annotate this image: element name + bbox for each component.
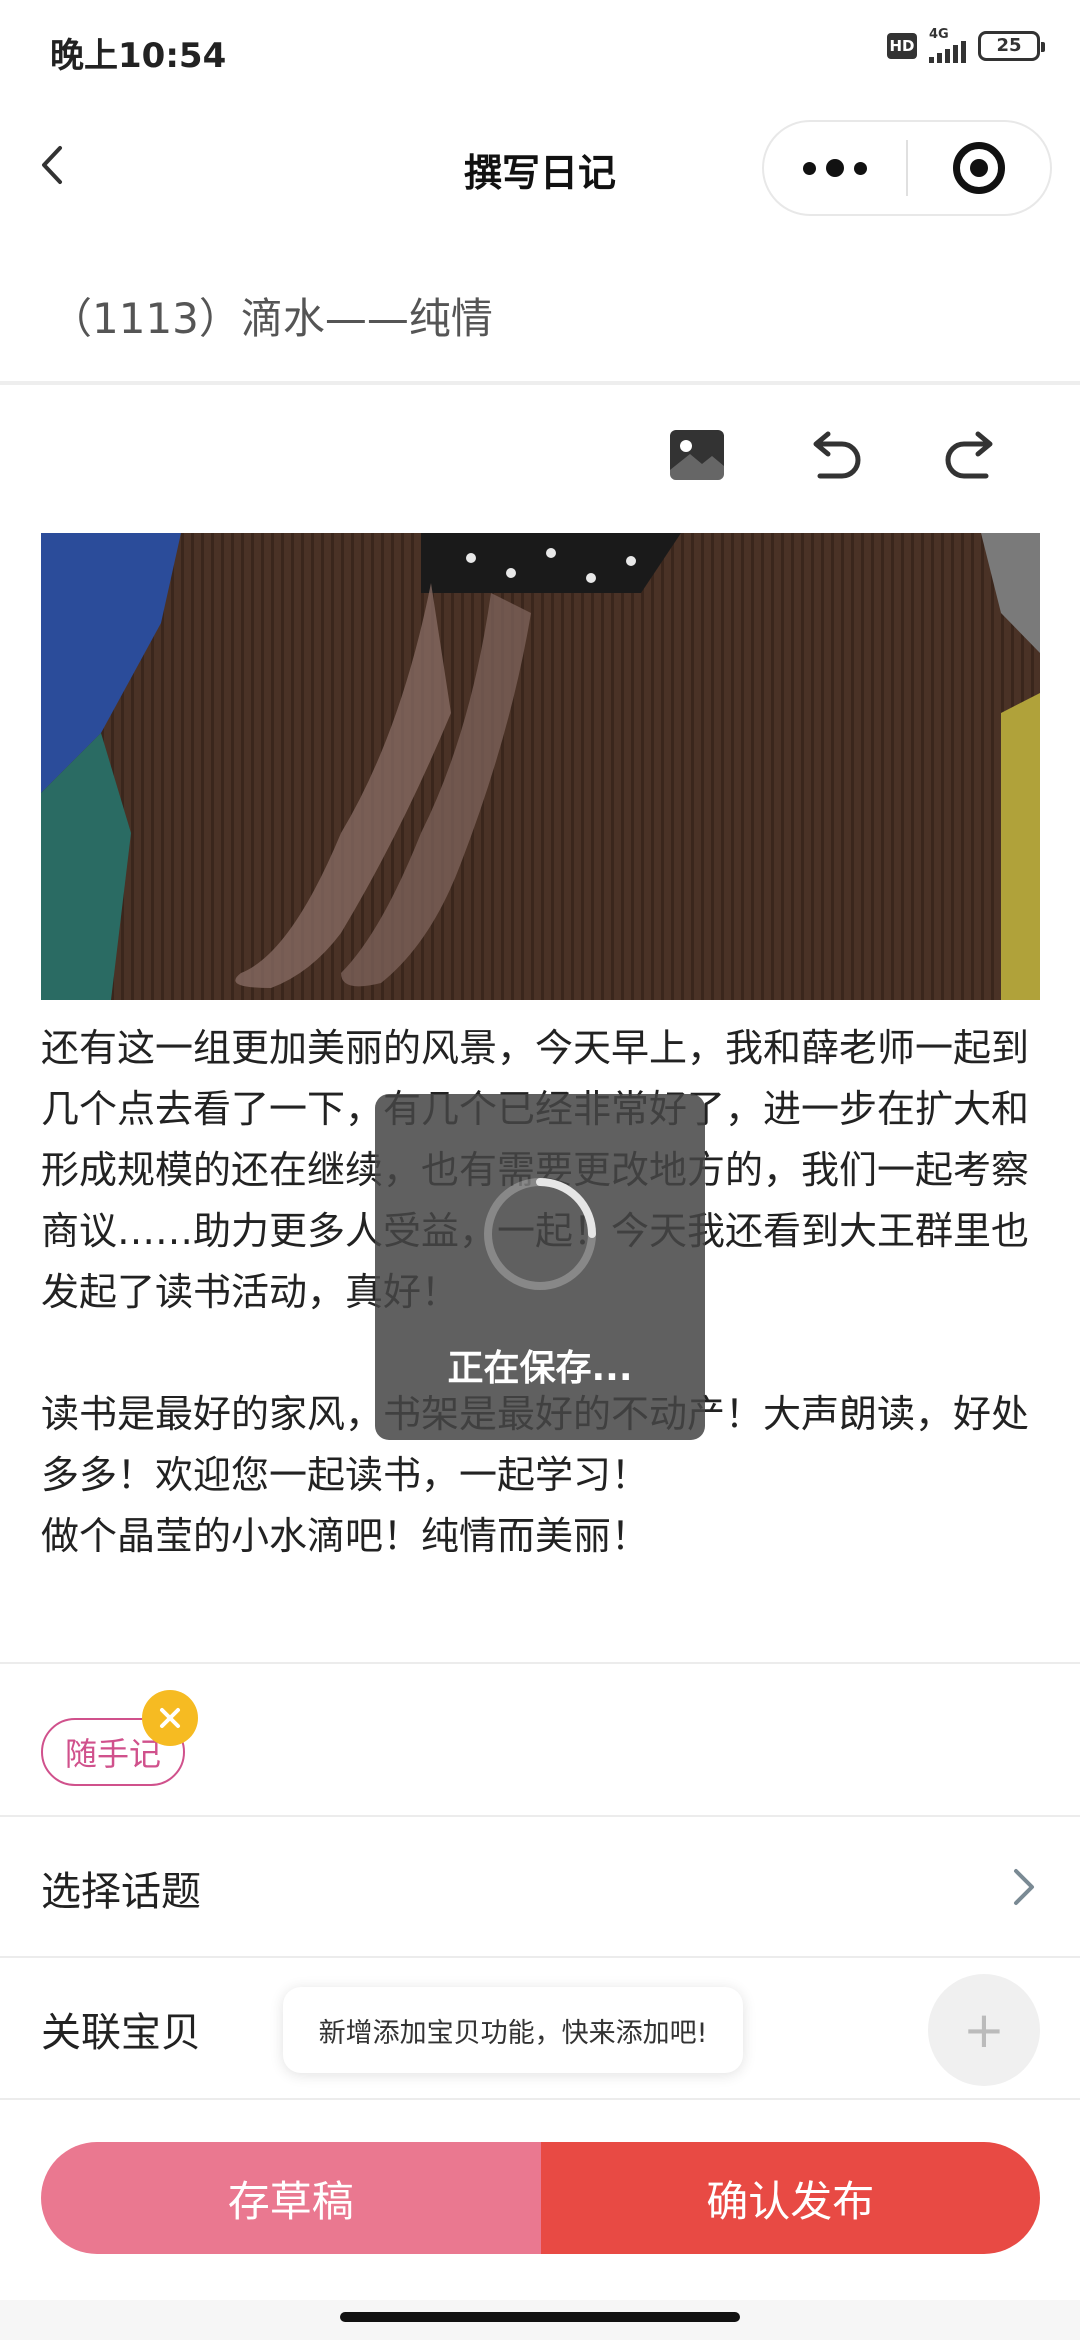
diary-photo[interactable] xyxy=(41,533,1040,1000)
home-indicator[interactable] xyxy=(340,2312,740,2322)
battery-level: 25 xyxy=(996,35,1022,56)
status-time: 晚上10:54 xyxy=(50,36,227,76)
status-icons: HD 4G 25 xyxy=(887,28,1045,63)
editor-toolbar xyxy=(0,420,1080,500)
diary-title-input[interactable]: （1113）滴水——纯情 xyxy=(50,285,493,346)
mini-program-capsule xyxy=(762,120,1052,216)
hd-icon: HD xyxy=(887,32,917,59)
close-icon xyxy=(160,1708,180,1728)
title-field-row: （1113）滴水——纯情 xyxy=(0,235,1080,385)
redo-icon[interactable] xyxy=(938,420,1008,490)
chevron-right-icon xyxy=(1014,1869,1034,1905)
saving-text: 正在保存... xyxy=(447,1348,633,1389)
remove-tag-icon[interactable] xyxy=(142,1690,198,1746)
more-options-button[interactable] xyxy=(764,122,906,214)
action-bar: 存草稿 确认发布 xyxy=(41,2142,1040,2254)
nav-bar: 撰写日记 xyxy=(0,100,1080,235)
undo-icon[interactable] xyxy=(798,420,868,490)
target-icon xyxy=(953,142,1005,194)
add-baby-hint: 新增添加宝贝功能，快来添加吧! xyxy=(283,1987,743,2073)
paragraph: 做个晶莹的小水滴吧！纯情而美丽！ xyxy=(41,1514,650,1558)
save-draft-button[interactable]: 存草稿 xyxy=(41,2142,541,2254)
tag-label: 随手记 xyxy=(65,1735,162,1773)
divider xyxy=(0,1662,1080,1664)
status-bar: 晚上10:54 HD 4G 25 xyxy=(0,0,1080,100)
insert-image-icon[interactable] xyxy=(662,420,732,490)
battery-icon: 25 xyxy=(978,30,1045,61)
network-type: 4G xyxy=(929,27,949,42)
loading-spinner-icon xyxy=(484,1178,596,1290)
select-topic-label: 选择话题 xyxy=(41,1869,201,1915)
divider xyxy=(0,2098,1080,2100)
photo-image xyxy=(41,533,1040,1000)
link-baby-label: 关联宝贝 xyxy=(41,2010,201,2056)
publish-button[interactable]: 确认发布 xyxy=(540,2142,1040,2254)
select-topic-row[interactable]: 选择话题 xyxy=(0,1817,1080,1957)
saving-toast: 正在保存... xyxy=(375,1094,705,1440)
signal-icon: 4G xyxy=(929,28,966,63)
plus-icon: + xyxy=(963,2001,1005,2059)
add-baby-button[interactable]: + xyxy=(928,1974,1040,2086)
close-mini-program-button[interactable] xyxy=(908,122,1050,214)
